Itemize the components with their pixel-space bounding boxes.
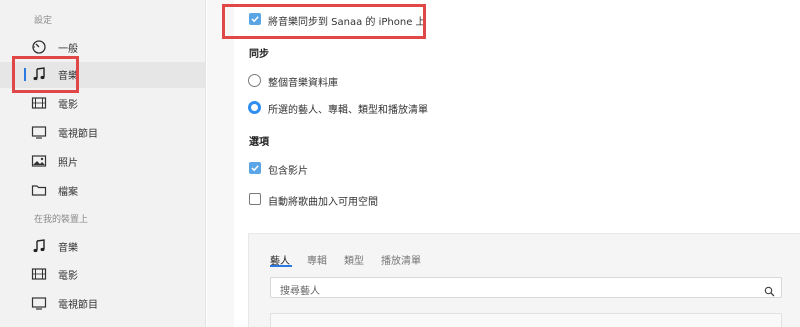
sidebar: 設定 一般 音樂 電影 電視節目 照片 檔案 在我的裝置上 音樂 電影 電視節目 xyxy=(0,0,206,327)
active-tab-underline xyxy=(270,265,292,267)
tv-icon xyxy=(31,124,47,140)
autofill-label: 自動將歌曲加入可用空間 xyxy=(268,197,378,208)
on-device-section-header: 在我的裝置上 xyxy=(34,215,89,225)
tab-albums[interactable]: 專輯 xyxy=(307,252,327,267)
radio-entire-library-label: 整個音樂資料庫 xyxy=(268,78,338,89)
sidebar-item-device-movies[interactable]: 電影 xyxy=(0,262,205,288)
sidebar-item-label: 電影 xyxy=(58,100,78,111)
gear-icon xyxy=(31,39,47,55)
artist-list xyxy=(270,313,782,327)
search-artists-input[interactable]: 搜尋藝人 xyxy=(270,277,782,298)
radio-entire-library[interactable] xyxy=(248,74,261,87)
search-icon[interactable] xyxy=(764,282,775,301)
options-heading: 選項 xyxy=(249,137,269,148)
tab-playlists[interactable]: 播放清單 xyxy=(381,252,421,267)
sidebar-item-device-tv-shows[interactable]: 電視節目 xyxy=(0,291,205,317)
settings-section-header: 設定 xyxy=(34,16,53,26)
content-gutter xyxy=(207,0,234,327)
sidebar-item-label: 電視節目 xyxy=(58,129,98,140)
search-placeholder: 搜尋藝人 xyxy=(280,286,320,297)
include-videos-label: 包含影片 xyxy=(268,166,308,177)
tv-icon xyxy=(31,295,47,311)
film-icon xyxy=(31,266,47,282)
sidebar-item-label: 照片 xyxy=(58,158,78,169)
sidebar-item-device-music[interactable]: 音樂 xyxy=(0,234,205,260)
sidebar-item-label: 電視節目 xyxy=(58,300,98,311)
sidebar-item-label: 檔案 xyxy=(58,187,78,198)
radio-selected-items[interactable] xyxy=(248,101,261,114)
radio-selected-items-label: 所選的藝人、專輯、類型和播放清單 xyxy=(268,105,428,116)
sidebar-item-label: 電影 xyxy=(58,271,78,282)
sidebar-item-label: 音樂 xyxy=(58,243,78,254)
sync-heading: 同步 xyxy=(249,49,269,60)
include-videos-checkbox[interactable] xyxy=(249,162,261,174)
sidebar-item-photos[interactable]: 照片 xyxy=(0,149,205,175)
highlight-outline-music xyxy=(12,56,79,93)
photo-icon xyxy=(31,153,47,169)
sidebar-item-tv-shows[interactable]: 電視節目 xyxy=(0,120,205,146)
sidebar-item-files[interactable]: 檔案 xyxy=(0,178,205,204)
tab-genres[interactable]: 類型 xyxy=(344,252,364,267)
sidebar-item-label: 一般 xyxy=(58,44,78,55)
sidebar-item-movies[interactable]: 電影 xyxy=(0,91,205,117)
music-note-icon xyxy=(31,238,47,254)
highlight-outline-sync xyxy=(222,4,426,39)
autofill-checkbox[interactable] xyxy=(249,193,261,205)
film-icon xyxy=(31,95,47,111)
folder-icon xyxy=(31,182,47,198)
